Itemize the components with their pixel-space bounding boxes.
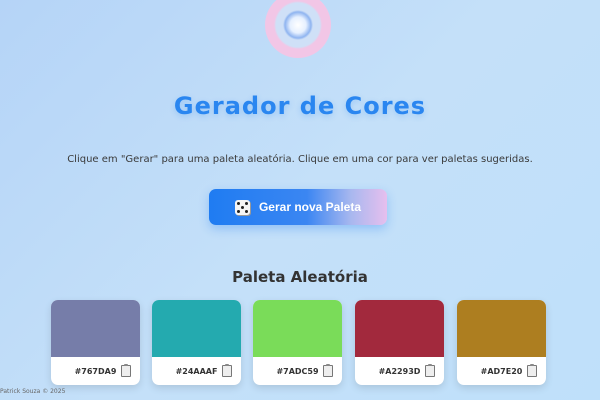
color-card[interactable]: #AD7E20 xyxy=(457,300,546,385)
generate-palette-button[interactable]: Gerar nova Paleta xyxy=(209,189,387,225)
color-card[interactable]: #7ADC59 xyxy=(253,300,342,385)
color-swatch[interactable] xyxy=(152,300,241,357)
palette-title: Paleta Aleatória xyxy=(232,268,368,286)
color-swatch[interactable] xyxy=(457,300,546,357)
clipboard-icon[interactable] xyxy=(425,364,435,377)
color-hex-code: #AD7E20 xyxy=(480,366,523,376)
clipboard-icon[interactable] xyxy=(222,364,232,377)
color-card[interactable]: #24AAAF xyxy=(152,300,241,385)
color-swatch[interactable] xyxy=(253,300,342,357)
page-title: Gerador de Cores xyxy=(173,92,427,120)
color-card[interactable]: #A2293D xyxy=(355,300,444,385)
color-swatch[interactable] xyxy=(51,300,140,357)
color-hex-code: #24AAAF xyxy=(175,366,218,376)
color-card-footer: #24AAAF xyxy=(152,357,241,385)
color-card-footer: #AD7E20 xyxy=(457,357,546,385)
color-hex-code: #7ADC59 xyxy=(276,366,319,376)
color-card-footer: #7ADC59 xyxy=(253,357,342,385)
color-hex-code: #A2293D xyxy=(378,366,421,376)
footer-credit: Patrick Souza © 2025 xyxy=(0,388,66,395)
instructions-text: Clique em "Gerar" para uma paleta aleató… xyxy=(67,154,533,165)
clipboard-icon[interactable] xyxy=(121,364,131,377)
color-card[interactable]: #767DA9 xyxy=(51,300,140,385)
logo-icon xyxy=(265,0,331,58)
dice-icon xyxy=(234,199,250,215)
generate-palette-label: Gerar nova Paleta xyxy=(258,200,362,214)
color-swatch[interactable] xyxy=(355,300,444,357)
color-hex-code: #767DA9 xyxy=(74,366,117,376)
clipboard-icon[interactable] xyxy=(527,364,537,377)
color-card-footer: #A2293D xyxy=(355,357,444,385)
clipboard-icon[interactable] xyxy=(323,364,333,377)
color-card-footer: #767DA9 xyxy=(51,357,140,385)
